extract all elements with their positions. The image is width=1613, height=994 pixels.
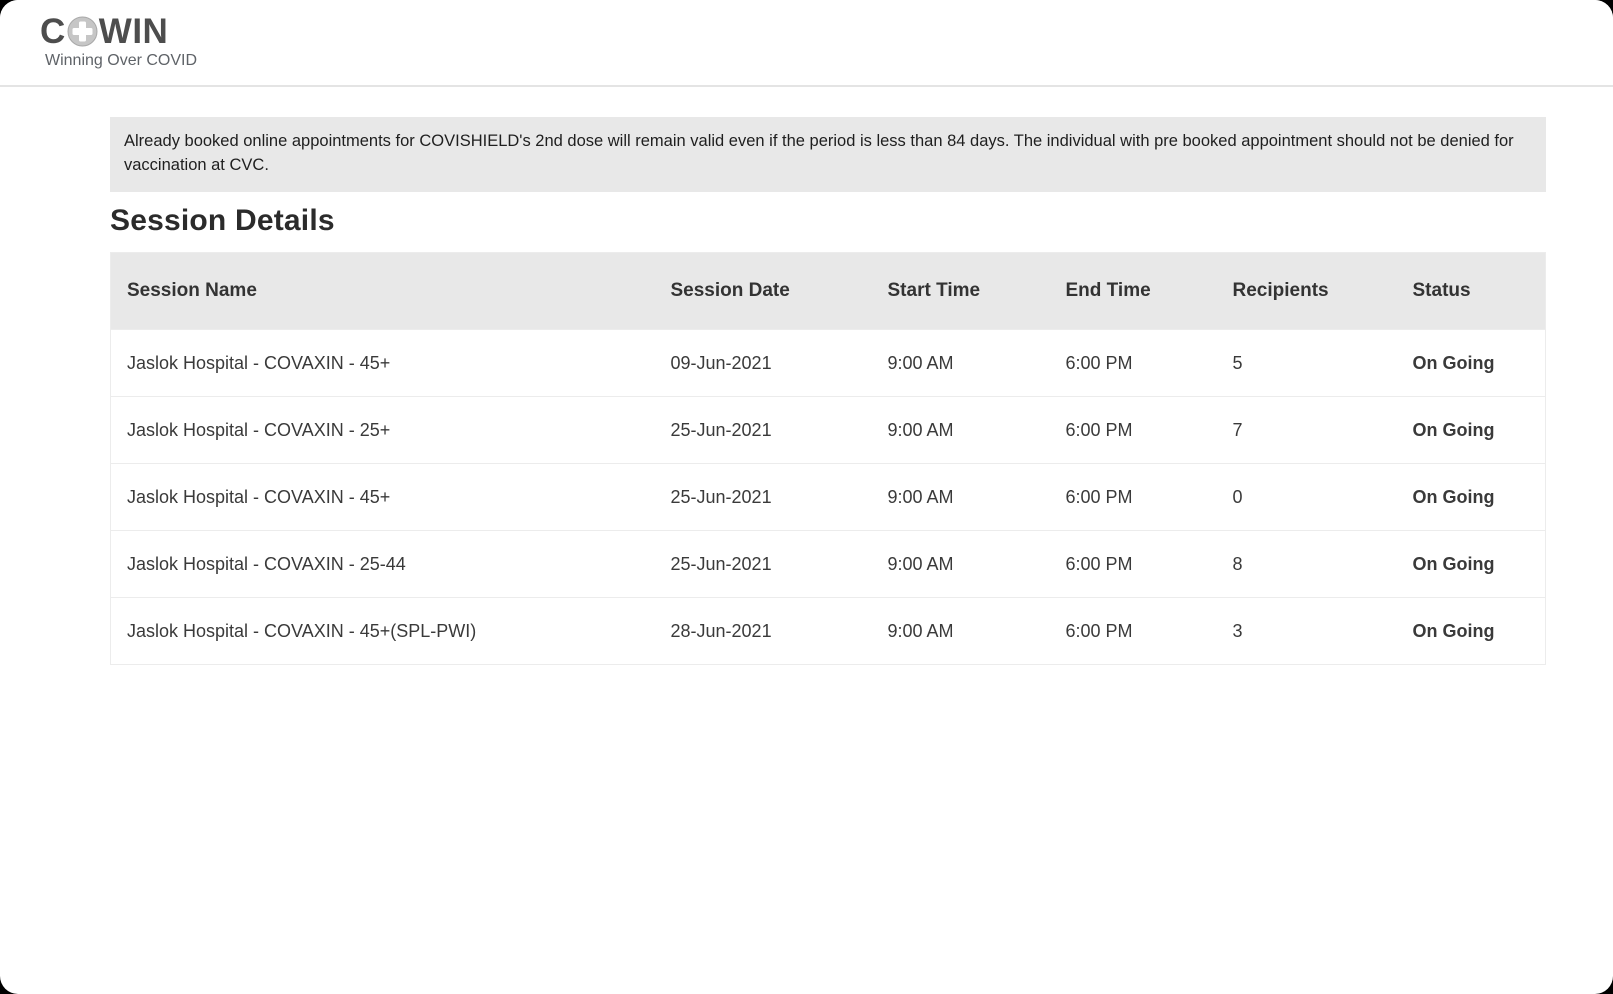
cell-status: On Going [1412, 329, 1546, 397]
plus-circle-icon [67, 16, 98, 47]
cell-recipients: 3 [1232, 597, 1413, 665]
cell-start-time: 9:00 AM [887, 463, 1066, 531]
cell-session-date: 25-Jun-2021 [670, 463, 888, 531]
cell-session-name: Jaslok Hospital - COVAXIN - 45+ [110, 329, 671, 397]
cell-end-time: 6:00 PM [1065, 530, 1233, 598]
table-row[interactable]: Jaslok Hospital - COVAXIN - 45+ 25-Jun-2… [110, 463, 1546, 531]
cell-session-name: Jaslok Hospital - COVAXIN - 25+ [110, 396, 671, 464]
app-header: C WIN Winning Over COVID [0, 0, 1613, 87]
cowin-app-window: C WIN Winning Over COVID Already booked … [0, 0, 1613, 994]
logo-row: C WIN [40, 13, 1613, 49]
main-content: Already booked online appointments for C… [110, 117, 1546, 665]
cell-recipients: 0 [1232, 463, 1413, 531]
cowin-logo[interactable]: C WIN Winning Over COVID [40, 13, 1613, 70]
notice-banner: Already booked online appointments for C… [110, 117, 1546, 192]
sessions-table-body: Jaslok Hospital - COVAXIN - 45+ 09-Jun-2… [110, 329, 1546, 665]
cell-start-time: 9:00 AM [887, 396, 1066, 464]
cell-start-time: 9:00 AM [887, 530, 1066, 598]
cell-start-time: 9:00 AM [887, 329, 1066, 397]
cell-start-time: 9:00 AM [887, 597, 1066, 665]
logo-text-c: C [40, 11, 66, 51]
cell-recipients: 5 [1232, 329, 1413, 397]
cell-status: On Going [1412, 396, 1546, 464]
cell-end-time: 6:00 PM [1065, 597, 1233, 665]
logo-text-win: WIN [98, 11, 169, 51]
sessions-table-header: Session Name Session Date Start Time End… [110, 252, 1546, 330]
cell-end-time: 6:00 PM [1065, 329, 1233, 397]
column-header-status: Status [1412, 252, 1546, 330]
table-row[interactable]: Jaslok Hospital - COVAXIN - 25+ 25-Jun-2… [110, 396, 1546, 464]
logo-tagline: Winning Over COVID [45, 52, 198, 69]
cell-session-date: 25-Jun-2021 [670, 396, 888, 464]
sessions-table: Session Name Session Date Start Time End… [110, 252, 1546, 665]
cell-session-name: Jaslok Hospital - COVAXIN - 25-44 [110, 530, 671, 598]
cell-session-date: 28-Jun-2021 [670, 597, 888, 665]
cell-status: On Going [1412, 463, 1546, 531]
cell-session-date: 25-Jun-2021 [670, 530, 888, 598]
column-header-recipients: Recipients [1232, 252, 1413, 330]
cell-status: On Going [1412, 530, 1546, 598]
column-header-end-time: End Time [1065, 252, 1233, 330]
cell-status: On Going [1412, 597, 1546, 665]
column-header-session-name: Session Name [110, 252, 671, 330]
page-title: Session Details [110, 204, 335, 237]
cell-recipients: 7 [1232, 396, 1413, 464]
cell-session-name: Jaslok Hospital - COVAXIN - 45+(SPL-PWI) [110, 597, 671, 665]
cell-end-time: 6:00 PM [1065, 463, 1233, 531]
header-row: Session Name Session Date Start Time End… [110, 252, 1546, 330]
cell-session-date: 09-Jun-2021 [670, 329, 888, 397]
table-row[interactable]: Jaslok Hospital - COVAXIN - 25-44 25-Jun… [110, 530, 1546, 598]
table-row[interactable]: Jaslok Hospital - COVAXIN - 45+ 09-Jun-2… [110, 329, 1546, 397]
cell-end-time: 6:00 PM [1065, 396, 1233, 464]
cell-session-name: Jaslok Hospital - COVAXIN - 45+ [110, 463, 671, 531]
column-header-session-date: Session Date [670, 252, 888, 330]
cell-recipients: 8 [1232, 530, 1413, 598]
column-header-start-time: Start Time [887, 252, 1066, 330]
table-row[interactable]: Jaslok Hospital - COVAXIN - 45+(SPL-PWI)… [110, 597, 1546, 665]
